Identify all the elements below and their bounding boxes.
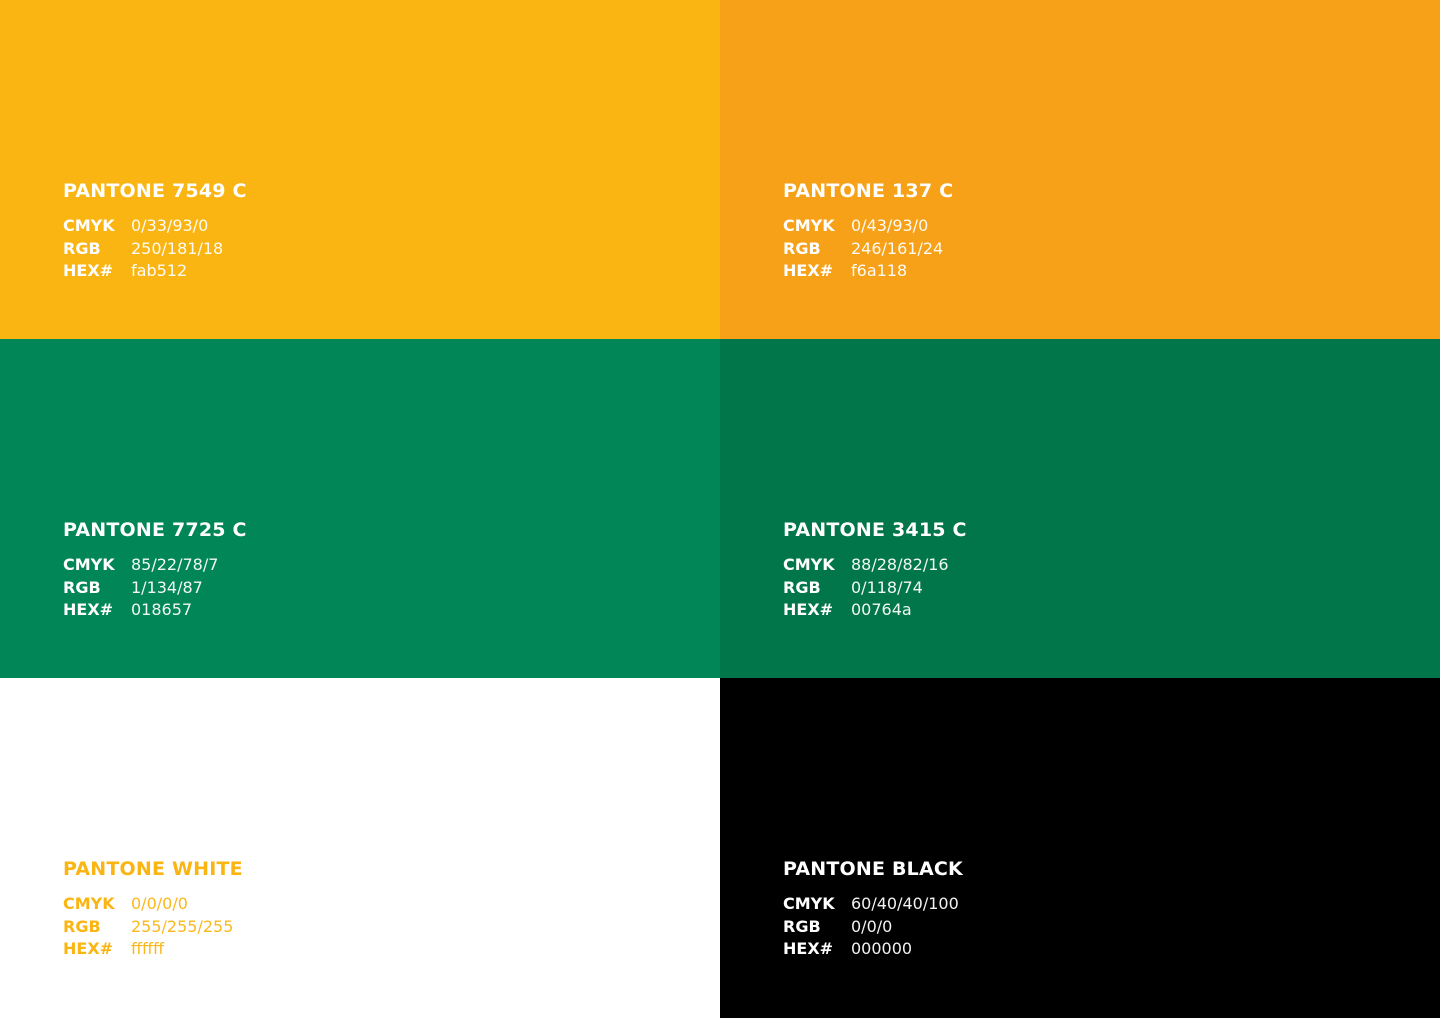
cmyk-row: CMYK 0/43/93/0	[783, 215, 1440, 238]
cmyk-label: CMYK	[63, 555, 115, 574]
rgb-label: RGB	[63, 238, 101, 258]
cmyk-row: CMYK 88/28/82/16	[783, 554, 1440, 577]
cmyk-value: 85/22/78/7	[131, 555, 219, 574]
rgb-row: RGB 0/0/0	[783, 916, 1440, 939]
swatch-title: PANTONE BLACK	[783, 858, 963, 880]
cmyk-label: CMYK	[63, 894, 115, 913]
hex-value: fab512	[131, 261, 188, 280]
swatch-pantone-7549c: PANTONE 7549 C CMYK 0/33/93/0 RGB 250/18…	[0, 0, 720, 339]
rgb-value: 1/134/87	[131, 577, 203, 597]
swatch-title: PANTONE 3415 C	[783, 519, 967, 541]
rgb-value: 255/255/255	[131, 916, 234, 936]
cmyk-row: CMYK 60/40/40/100	[783, 893, 1440, 916]
rgb-row: RGB 246/161/24	[783, 238, 1440, 261]
cmyk-value: 88/28/82/16	[851, 555, 949, 574]
rgb-label: RGB	[783, 577, 821, 597]
hex-label: HEX#	[783, 261, 834, 280]
color-palette-grid: PANTONE 7549 C CMYK 0/33/93/0 RGB 250/18…	[0, 0, 1440, 1018]
rgb-row: RGB 1/134/87	[63, 577, 720, 600]
swatch-pantone-3415c: PANTONE 3415 C CMYK 88/28/82/16 RGB 0/11…	[720, 339, 1440, 678]
hex-label: HEX#	[63, 939, 114, 958]
hex-label: HEX#	[63, 600, 114, 619]
cmyk-value: 0/33/93/0	[131, 216, 209, 235]
hex-value: ffffff	[131, 939, 165, 958]
hex-value: 00764a	[851, 600, 912, 619]
hex-value: 018657	[131, 600, 193, 619]
cmyk-value: 0/43/93/0	[851, 216, 929, 235]
swatch-pantone-7725c: PANTONE 7725 C CMYK 85/22/78/7 RGB 1/134…	[0, 339, 720, 678]
hex-row: HEX# 00764a	[783, 599, 1440, 622]
rgb-value: 0/0/0	[851, 916, 893, 936]
hex-value: 000000	[851, 939, 913, 958]
swatch-title: PANTONE 7725 C	[63, 519, 247, 541]
rgb-label: RGB	[63, 916, 101, 936]
rgb-label: RGB	[63, 577, 101, 597]
cmyk-label: CMYK	[783, 216, 835, 235]
hex-row: HEX# fab512	[63, 260, 720, 283]
cmyk-row: CMYK 0/33/93/0	[63, 215, 720, 238]
hex-row: HEX# f6a118	[783, 260, 1440, 283]
swatch-title: PANTONE 137 C	[783, 180, 954, 202]
rgb-row: RGB 0/118/74	[783, 577, 1440, 600]
rgb-label: RGB	[783, 916, 821, 936]
hex-row: HEX# 018657	[63, 599, 720, 622]
cmyk-value: 60/40/40/100	[851, 894, 959, 913]
hex-row: HEX# ffffff	[63, 938, 720, 961]
cmyk-label: CMYK	[63, 216, 115, 235]
swatch-title: PANTONE WHITE	[63, 858, 243, 880]
rgb-row: RGB 255/255/255	[63, 916, 720, 939]
swatch-pantone-black: PANTONE BLACK CMYK 60/40/40/100 RGB 0/0/…	[720, 678, 1440, 1018]
cmyk-label: CMYK	[783, 555, 835, 574]
rgb-value: 250/181/18	[131, 238, 224, 258]
hex-value: f6a118	[851, 261, 908, 280]
hex-label: HEX#	[63, 261, 114, 280]
cmyk-row: CMYK 0/0/0/0	[63, 893, 720, 916]
hex-row: HEX# 000000	[783, 938, 1440, 961]
rgb-value: 246/161/24	[851, 238, 944, 258]
hex-label: HEX#	[783, 600, 834, 619]
hex-label: HEX#	[783, 939, 834, 958]
swatch-title: PANTONE 7549 C	[63, 180, 247, 202]
cmyk-value: 0/0/0/0	[131, 894, 188, 913]
rgb-row: RGB 250/181/18	[63, 238, 720, 261]
rgb-label: RGB	[783, 238, 821, 258]
swatch-pantone-137c: PANTONE 137 C CMYK 0/43/93/0 RGB 246/161…	[720, 0, 1440, 339]
cmyk-row: CMYK 85/22/78/7	[63, 554, 720, 577]
swatch-pantone-white: PANTONE WHITE CMYK 0/0/0/0 RGB 255/255/2…	[0, 678, 720, 1018]
cmyk-label: CMYK	[783, 894, 835, 913]
rgb-value: 0/118/74	[851, 577, 923, 597]
